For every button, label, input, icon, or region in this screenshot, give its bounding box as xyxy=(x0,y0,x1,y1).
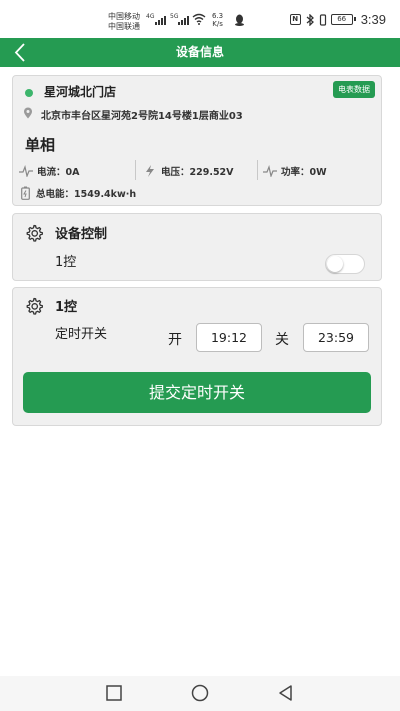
clock: 3:39 xyxy=(360,12,386,27)
system-nav-bar xyxy=(0,676,400,711)
total-energy-value: 总电能：1549.4kw·h xyxy=(36,189,137,200)
divider xyxy=(257,160,258,180)
submit-timer-button[interactable]: 提交定时开关 xyxy=(23,372,371,413)
total-energy-metric: 总电能：1549.4kw·h xyxy=(21,185,136,201)
channel-label: 1控 xyxy=(55,255,77,270)
carrier-names: 中国移动 中国联通 xyxy=(108,12,140,32)
device-control-card: 设备控制 1控 xyxy=(12,213,382,281)
power-value: 功率：0W xyxy=(281,167,327,178)
current-metric: 电流：0A xyxy=(19,162,79,180)
carrier-2: 中国联通 xyxy=(108,22,140,31)
voltage-metric: 电压：229.52V xyxy=(143,162,234,180)
off-time-input[interactable]: 23:59 xyxy=(303,323,369,352)
pulse-icon xyxy=(19,165,33,177)
battery-charge-icon xyxy=(21,186,30,200)
home-circle-icon[interactable] xyxy=(190,684,210,702)
nfc-icon: N xyxy=(289,14,301,25)
bluetooth-icon xyxy=(306,13,314,26)
battery-icon: 66 xyxy=(330,14,356,25)
on-time-input[interactable]: 19:12 xyxy=(196,323,262,352)
toggle-knob xyxy=(327,256,343,272)
lightning-icon xyxy=(146,165,154,177)
phase-type: 单相 xyxy=(25,136,56,154)
signal-bars-2-icon xyxy=(178,15,189,25)
speed-value: 6.3 xyxy=(212,12,224,20)
device-control-title: 设备控制 xyxy=(55,227,108,242)
channel-switch-toggle[interactable] xyxy=(325,254,365,274)
network-type-1: 4G xyxy=(146,13,155,20)
back-triangle-icon[interactable] xyxy=(276,684,296,702)
device-info-card: 星河城北门店 电表数据 北京市丰台区星河苑2号院14号楼1层商业03 单相 电流… xyxy=(12,75,382,206)
signal-bars-1-icon xyxy=(155,15,166,25)
status-right: N 66 3:39 xyxy=(289,12,386,27)
speed-unit: K/s xyxy=(212,20,223,28)
voltage-value: 电压：229.52V xyxy=(161,167,234,178)
pulse-icon xyxy=(263,165,277,177)
network-speed: 6.3 K/s xyxy=(212,12,223,28)
carrier-1: 中国移动 xyxy=(108,12,140,21)
gear-icon xyxy=(26,224,43,242)
app-bar: 设备信息 xyxy=(0,38,400,67)
gear-icon xyxy=(26,297,43,315)
power-metric: 功率：0W xyxy=(263,162,327,180)
device-address: 北京市丰台区星河苑2号院14号楼1层商业03 xyxy=(41,111,243,122)
store-name: 星河城北门店 xyxy=(44,85,117,99)
timer-label: 定时开关 xyxy=(55,327,108,342)
status-bar: 中国移动 中国联通 4G 5G 6.3 K/s N 66 3:39 xyxy=(0,0,400,38)
wifi-icon xyxy=(192,13,206,25)
online-status-dot xyxy=(25,89,33,97)
location-pin-icon xyxy=(24,107,32,119)
qq-notification-icon xyxy=(235,14,244,26)
page-title: 设备信息 xyxy=(175,45,224,59)
vibrate-icon xyxy=(319,13,326,26)
recent-apps-square-icon[interactable] xyxy=(104,684,124,702)
timer-channel-title: 1控 xyxy=(55,300,78,315)
timer-card: 1控 定时开关 开 19:12 关 23:59 提交定时开关 xyxy=(12,287,382,426)
divider xyxy=(135,160,136,180)
on-time-label: 开 xyxy=(168,332,182,348)
meter-data-button[interactable]: 电表数据 xyxy=(333,81,375,98)
off-time-label: 关 xyxy=(275,332,289,348)
current-value: 电流：0A xyxy=(37,167,80,178)
